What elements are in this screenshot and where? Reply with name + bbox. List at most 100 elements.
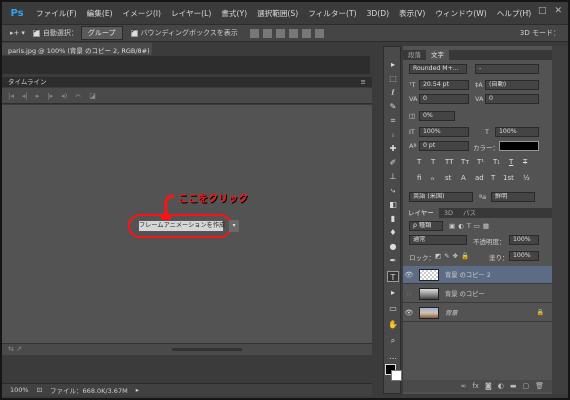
language-select[interactable]: 英語 (米国) xyxy=(409,192,473,202)
zoom-tool-icon[interactable]: ⌕ xyxy=(387,335,399,346)
folder-icon[interactable]: ▬ xyxy=(510,382,517,390)
contextual-alt-button[interactable]: ℴ xyxy=(431,174,434,182)
layer-kind-filter[interactable]: ρ 種類 xyxy=(409,221,443,231)
leading-field[interactable]: (自動) xyxy=(485,80,539,90)
crop-tool-icon[interactable]: ⌗ xyxy=(387,115,399,126)
first-frame-icon[interactable]: |◂ xyxy=(8,92,14,100)
zoom-slider-track[interactable] xyxy=(172,348,242,351)
audio-icon[interactable]: ◂) xyxy=(61,92,67,100)
more-tools-icon[interactable]: … xyxy=(387,351,399,362)
timeline-title[interactable]: タイムライン xyxy=(8,78,47,86)
pen-tool-icon[interactable]: ✒ xyxy=(387,255,399,266)
zoom-level[interactable]: 100% xyxy=(10,386,29,394)
stylistic-alt-button[interactable]: ad xyxy=(475,174,484,182)
new-layer-icon[interactable]: ▢ xyxy=(522,382,529,390)
align-top-icon[interactable] xyxy=(249,28,259,38)
visibility-eye-icon[interactable]: 👁 xyxy=(403,309,415,317)
shape-tool-icon[interactable]: ▭ xyxy=(387,303,399,314)
font-family-select[interactable]: Rounded M+... xyxy=(409,64,467,74)
menu-file[interactable]: ファイル(F) xyxy=(36,8,77,19)
fx-icon[interactable]: fx xyxy=(472,382,479,390)
hand-tool-icon[interactable]: ✋ xyxy=(387,319,399,330)
menu-view[interactable]: 表示(V) xyxy=(399,8,425,19)
antialias-select[interactable]: 鮮明 xyxy=(491,192,535,202)
align-bottom-icon[interactable] xyxy=(275,28,285,38)
clone-stamp-icon[interactable]: ⊥ xyxy=(387,171,399,182)
swash-button[interactable]: A xyxy=(461,174,466,182)
tab-character[interactable]: 文字 xyxy=(426,50,449,60)
layer-row[interactable]: ▫ 背景 のコピー xyxy=(403,285,552,303)
menu-window[interactable]: ウィンドウ(W) xyxy=(435,8,486,19)
menu-3d[interactable]: 3D(D) xyxy=(367,9,389,18)
type-tool-icon[interactable]: T xyxy=(387,271,399,282)
menu-image[interactable]: イメージ(I) xyxy=(123,8,161,19)
menu-filter[interactable]: フィルター(T) xyxy=(308,8,356,19)
menu-layer[interactable]: レイヤー(L) xyxy=(171,8,211,19)
subscript-button[interactable]: T₁ xyxy=(493,158,500,166)
all-caps-button[interactable]: TT xyxy=(445,158,453,166)
layer-row[interactable]: 👁 背景 🔒 xyxy=(403,304,552,322)
visibility-eye-icon[interactable]: ▫ xyxy=(403,290,415,298)
fill-field[interactable]: 100% xyxy=(509,251,539,261)
faux-italic-button[interactable]: T xyxy=(431,158,435,166)
scissors-icon[interactable]: ✂ xyxy=(75,92,81,100)
bbox-checkbox[interactable] xyxy=(130,27,138,37)
play-icon[interactable]: ▸ xyxy=(36,92,40,100)
tab-paragraph[interactable]: 段落 xyxy=(403,50,426,60)
vertical-scale-field[interactable]: 100% xyxy=(419,127,469,137)
menu-select[interactable]: 選択範囲(S) xyxy=(257,8,298,19)
move-tool-preset[interactable]: ▸+ ▾ xyxy=(10,29,25,37)
fractions-button[interactable]: ½ xyxy=(523,174,530,182)
status-info-icon[interactable]: ⊡ xyxy=(37,386,42,394)
auto-select-checkbox[interactable] xyxy=(32,27,40,37)
close-button[interactable]: ✕ xyxy=(554,6,562,16)
convert-icon[interactable]: ⇆ ↗ xyxy=(8,345,22,353)
create-animation-dropdown[interactable]: ▾ xyxy=(229,220,239,232)
eraser-icon[interactable]: ◧ xyxy=(387,199,399,210)
create-frame-animation-button[interactable]: フレームアニメーションを作成 xyxy=(138,220,225,232)
marquee-tool-icon[interactable]: ⬚ xyxy=(387,73,399,84)
align-right-icon[interactable] xyxy=(314,28,324,38)
opacity-field[interactable]: 100% xyxy=(509,235,539,245)
history-brush-icon[interactable]: ⤷ xyxy=(387,185,399,196)
filter-icons[interactable]: ▣◐T▭▦ xyxy=(449,222,492,230)
blur-tool-icon[interactable]: ♦ xyxy=(387,227,399,238)
baseline-field[interactable]: 0 pt xyxy=(419,141,469,151)
minimize-button[interactable]: – xyxy=(525,6,530,16)
titling-alt-button[interactable]: T xyxy=(491,174,495,182)
tsume-field[interactable]: 0% xyxy=(419,111,455,121)
faux-bold-button[interactable]: T xyxy=(417,158,421,166)
text-color-swatch[interactable] xyxy=(499,141,539,151)
tab-layers[interactable]: レイヤー xyxy=(403,208,439,218)
mask-icon[interactable]: ◙ xyxy=(485,382,492,390)
horizontal-scale-field[interactable]: 100% xyxy=(495,127,539,137)
menu-type[interactable]: 書式(Y) xyxy=(221,8,247,19)
underline-button[interactable]: T xyxy=(509,158,513,166)
kerning-field[interactable]: 0 xyxy=(419,94,469,104)
font-style-select[interactable]: - xyxy=(475,64,539,74)
transition-icon[interactable]: ◪ xyxy=(89,92,96,100)
strikethrough-button[interactable]: T xyxy=(523,158,527,166)
status-menu-icon[interactable]: ▸ xyxy=(136,386,139,394)
brush-tool-icon[interactable]: ✐ xyxy=(387,157,399,168)
maximize-button[interactable]: □ xyxy=(538,6,547,16)
layer-row[interactable]: 👁 背景 のコピー 2 xyxy=(403,266,552,284)
superscript-button[interactable]: T¹ xyxy=(477,158,484,166)
panel-menu-icon[interactable]: ≡ xyxy=(361,77,366,87)
discretionary-lig-button[interactable]: st xyxy=(445,174,451,182)
move-tool-icon[interactable]: ▸ xyxy=(387,59,399,70)
align-center-icon[interactable] xyxy=(301,28,311,38)
dodge-tool-icon[interactable]: ● xyxy=(387,241,399,252)
tracking-field[interactable]: 0 xyxy=(485,94,539,104)
ligature-button[interactable]: fi xyxy=(417,174,421,182)
trash-icon[interactable]: 🗑 xyxy=(535,382,544,390)
healing-brush-icon[interactable]: ✚ xyxy=(387,143,399,154)
font-size-field[interactable]: 20.54 pt xyxy=(419,80,469,90)
background-color-swatch[interactable] xyxy=(391,370,402,381)
document-tab[interactable]: paris.jpg @ 100% (背景 のコピー 2, RGB/8#) * xyxy=(2,43,152,55)
ordinals-button[interactable]: 1st xyxy=(503,174,514,182)
lasso-tool-icon[interactable]: ℓ xyxy=(387,87,399,98)
eyedropper-icon[interactable]: ᵢ xyxy=(387,129,399,140)
lock-icons[interactable]: ◩✎✥🔒 xyxy=(435,252,472,260)
tab-3d[interactable]: 3D xyxy=(439,208,458,218)
